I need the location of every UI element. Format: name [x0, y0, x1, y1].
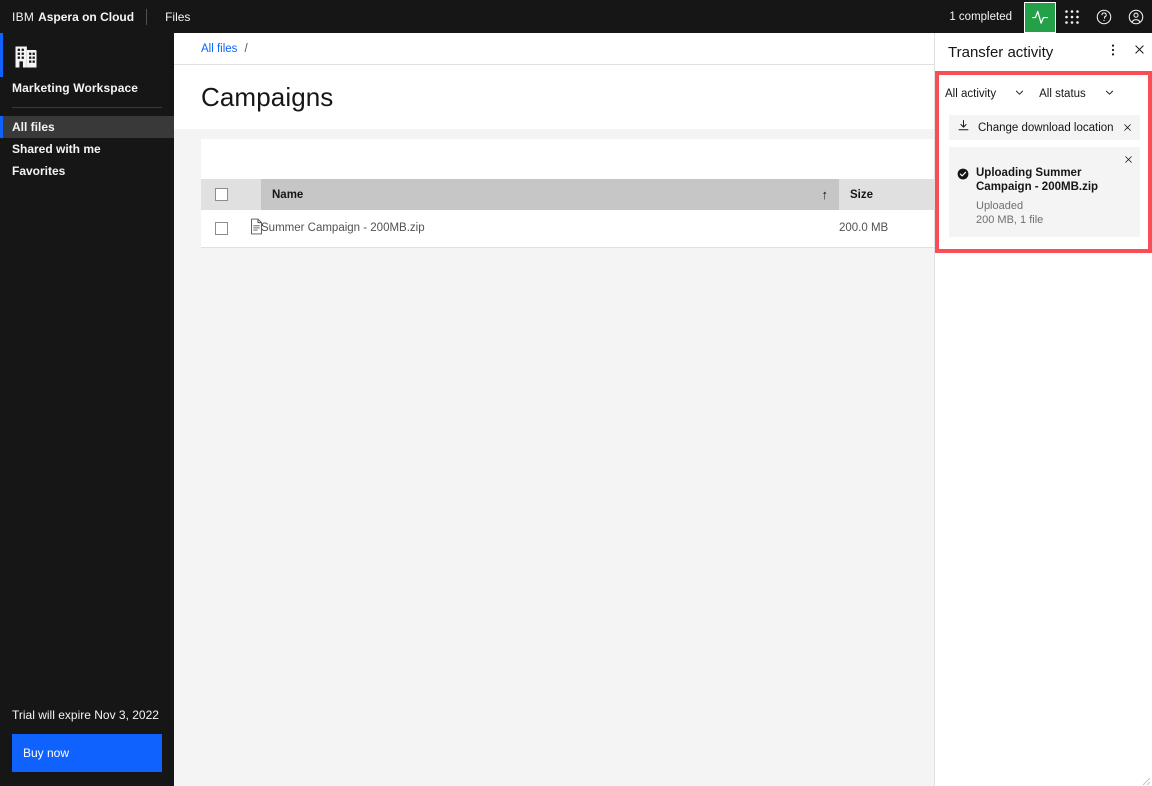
trial-section: Trial will expire Nov 3, 2022 Buy now [0, 708, 174, 772]
activity-pulse-icon [1031, 8, 1049, 26]
column-header-size[interactable]: Size [839, 179, 934, 210]
transfer-item-name: Uploading Summer Campaign - 200MB.zip [976, 167, 1099, 194]
breadcrumb: All files / [174, 33, 934, 65]
table-toolbar [201, 139, 934, 179]
brand-logo[interactable]: IBM Aspera on Cloud [0, 0, 134, 33]
help-button[interactable] [1088, 0, 1120, 33]
transfer-activity-button[interactable] [1024, 1, 1056, 33]
user-avatar-icon [1127, 8, 1145, 26]
buy-now-button[interactable]: Buy now [12, 734, 162, 772]
help-circle-icon [1095, 8, 1113, 26]
transfer-item-card[interactable]: Uploading Summer Campaign - 200MB.zip Up… [949, 147, 1140, 238]
left-sidebar: Marketing Workspace All files Shared wit… [0, 33, 174, 786]
file-table-header: Name ↑ Size [201, 179, 934, 210]
change-download-location-close-button[interactable] [1118, 119, 1136, 137]
sidebar-item-label: Shared with me [12, 142, 101, 156]
transfer-item-status: Uploaded [976, 199, 1024, 212]
row-checkbox[interactable] [215, 221, 228, 235]
panel-title: Transfer activity [948, 43, 1054, 61]
file-size-cell: 200.0 MB [839, 210, 934, 248]
sidebar-nav: All files Shared with me Favorites [0, 116, 174, 182]
transfer-item-close-button[interactable] [1119, 150, 1137, 168]
file-name-cell[interactable]: Summer Campaign - 200MB.zip [261, 210, 839, 248]
download-icon [957, 119, 970, 137]
sidebar-item-label: All files [12, 120, 55, 134]
column-header-size-label: Size [850, 188, 874, 201]
row-icon-cell [249, 210, 262, 248]
transfer-activity-panel: Transfer activity All activity All statu… [934, 33, 1152, 786]
transfer-item-content: Uploading Summer Campaign - 200MB.zip Up… [955, 153, 1134, 227]
chevron-down-icon [1014, 87, 1025, 101]
sort-ascending-icon: ↑ [821, 187, 829, 202]
sidebar-item-shared-with-me[interactable]: Shared with me [0, 138, 174, 160]
filter-all-status-label: All status [1039, 88, 1086, 100]
transfer-item-details: 200 MB, 1 file [976, 214, 1044, 227]
window-resize-handle[interactable] [1139, 773, 1151, 786]
user-account-button[interactable] [1120, 0, 1152, 33]
sidebar-item-label: Favorites [12, 164, 66, 178]
change-download-location-label: Change download location [978, 121, 1114, 134]
filter-all-activity[interactable]: All activity [945, 82, 1025, 106]
table-header-row: Name ↑ Size [201, 179, 934, 210]
column-header-name-label: Name [272, 188, 304, 201]
workspace-accent-bar [0, 33, 3, 77]
workspace-header[interactable]: Marketing Workspace [0, 33, 174, 95]
topnav-item-files[interactable]: Files [159, 0, 196, 33]
filter-all-activity-label: All activity [945, 88, 997, 100]
file-table-container: Name ↑ Size Summer Campaign - 200MB.zip … [174, 129, 934, 248]
transfer-completed-status: 1 completed [949, 10, 1012, 23]
panel-filters: All activity All status [939, 75, 1148, 113]
panel-header: Transfer activity [935, 33, 1152, 71]
close-icon [1133, 43, 1146, 61]
brand-product-name: Aspera on Cloud [38, 9, 135, 24]
file-table: Name ↑ Size Summer Campaign - 200MB.zip … [201, 179, 934, 248]
workspace-name: Marketing Workspace [12, 81, 139, 95]
trial-expiry-text: Trial will expire Nov 3, 2022 [12, 708, 159, 722]
app-switcher-icon [1064, 9, 1080, 25]
filter-all-status[interactable]: All status [1039, 82, 1115, 106]
main-content: All files / Campaigns Name ↑ Size Summer… [174, 33, 934, 786]
panel-close-button[interactable] [1126, 37, 1152, 67]
column-header-name[interactable]: Name ↑ [261, 179, 839, 210]
enterprise-building-icon [12, 43, 40, 71]
sidebar-divider [12, 107, 162, 108]
transfer-item-text: Uploading Summer Campaign - 200MB.zip Up… [976, 166, 1134, 227]
document-file-icon [249, 218, 262, 238]
table-row[interactable]: Summer Campaign - 200MB.zip 200.0 MB [201, 210, 934, 248]
header-actions: 1 completed [949, 0, 1152, 33]
row-select-cell [201, 210, 249, 248]
page-title-bar: Campaigns [174, 65, 934, 129]
header-divider [146, 8, 148, 25]
select-all-checkbox[interactable] [215, 188, 228, 201]
page-title: Campaigns [201, 81, 334, 112]
chevron-down-icon [1104, 87, 1115, 101]
brand-prefix: IBM [12, 9, 35, 24]
change-download-location-row[interactable]: Change download location [949, 115, 1140, 140]
checkmark-filled-icon [957, 167, 969, 227]
app-switcher-button[interactable] [1056, 0, 1088, 33]
overflow-menu-vertical-icon [1106, 43, 1120, 62]
panel-header-actions [1100, 37, 1152, 67]
panel-overflow-menu-button[interactable] [1100, 37, 1126, 67]
icon-header [249, 179, 261, 210]
breadcrumb-item-all-files[interactable]: All files [201, 43, 237, 55]
select-all-header [201, 179, 249, 210]
sidebar-item-all-files[interactable]: All files [0, 116, 174, 138]
file-table-body: Summer Campaign - 200MB.zip 200.0 MB [201, 210, 934, 248]
panel-body-highlighted: All activity All status Change download … [935, 71, 1152, 253]
breadcrumb-separator: / [244, 42, 248, 55]
top-header-bar: IBM Aspera on Cloud Files 1 completed [0, 0, 1152, 33]
sidebar-item-favorites[interactable]: Favorites [0, 160, 174, 182]
